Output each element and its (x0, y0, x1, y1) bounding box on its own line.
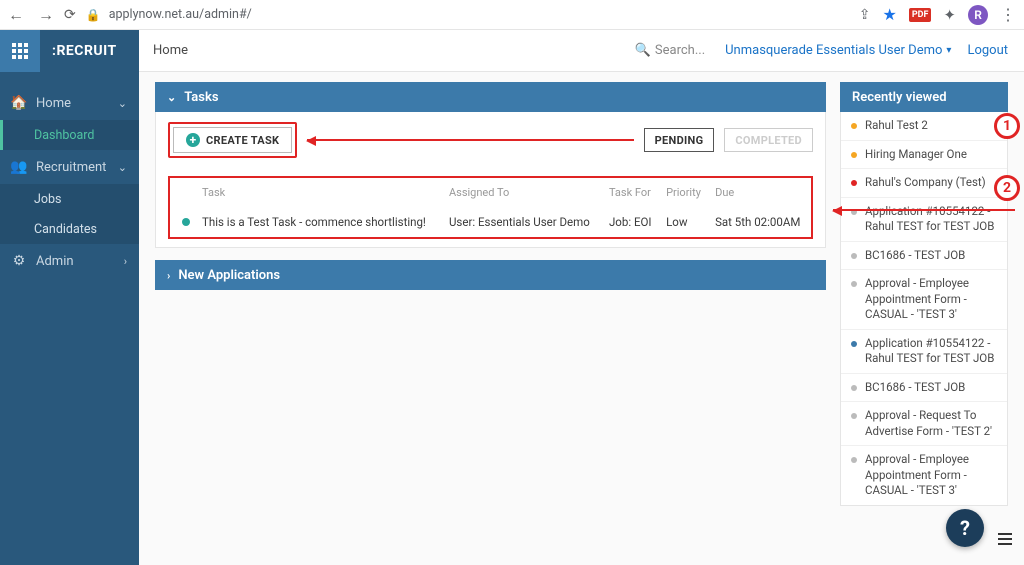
recent-item-label: Approval - Request To Advertise Form - '… (865, 408, 997, 439)
status-dot-icon (851, 281, 857, 287)
chevron-down-icon: ⌄ (118, 97, 127, 110)
recent-item[interactable]: Approval - Employee Appointment Form - C… (841, 270, 1007, 330)
sidebar-item-jobs[interactable]: Jobs (0, 184, 139, 214)
lock-icon: 🔒 (86, 8, 101, 22)
share-icon[interactable]: ⇪ (859, 7, 871, 23)
chevron-down-icon: ⌄ (118, 161, 127, 174)
recent-item-label: Approval - Employee Appointment Form - C… (865, 452, 997, 499)
recent-item-label: Approval - Employee Appointment Form - C… (865, 276, 997, 323)
sidebar-item-label: Admin (36, 254, 74, 269)
menu-icon[interactable] (998, 533, 1012, 545)
recent-item[interactable]: BC1686 - TEST JOB (841, 242, 1007, 271)
chevron-down-icon: ▾ (946, 45, 951, 56)
status-dot-icon (851, 180, 857, 186)
sidebar-item-label: Home (36, 96, 71, 111)
help-button[interactable]: ? (946, 509, 984, 547)
status-dot-icon (851, 123, 857, 129)
status-dot-icon (851, 341, 857, 347)
status-dot-icon (851, 152, 857, 158)
pending-button[interactable]: PENDING (644, 128, 715, 152)
col-assigned: Assigned To (443, 178, 603, 207)
recent-item[interactable]: Rahul Test 2 (841, 112, 1007, 141)
refresh-button[interactable]: ⟳ (64, 7, 76, 23)
panel-title: New Applications (178, 268, 280, 283)
sidebar-item-home[interactable]: 🏠 Home ⌄ (0, 86, 139, 120)
extensions-icon[interactable]: ✦ (943, 6, 956, 24)
gear-icon: ⚙ (12, 253, 26, 269)
chevron-down-icon: ⌄ (167, 91, 176, 104)
sidebar-item-admin[interactable]: ⚙ Admin › (0, 244, 139, 278)
brand-logo[interactable]: :RECRUIT (40, 30, 139, 72)
completed-button[interactable]: COMPLETED (724, 128, 813, 152)
chevron-right-icon: › (124, 255, 127, 268)
recent-item-label: BC1686 - TEST JOB (865, 248, 965, 264)
annotation-box-1: + CREATE TASK (168, 122, 297, 158)
col-for: Task For (603, 178, 660, 207)
col-priority: Priority (660, 178, 709, 207)
forward-button[interactable]: → (38, 5, 54, 25)
annotation-arrow-2 (833, 209, 1015, 211)
sidebar-item-label: Recruitment (36, 160, 106, 175)
sidebar-item-recruitment[interactable]: 👥 Recruitment ⌄ (0, 150, 139, 184)
tasks-panel-body: + CREATE TASK PENDING COMPLETED Task (155, 112, 826, 248)
panel-title: Recently viewed (852, 90, 947, 105)
sidebar: 🏠 Home ⌄ Dashboard 👥 Recruitment ⌄ Jobs … (0, 72, 139, 565)
recent-item[interactable]: Hiring Manager One (841, 141, 1007, 170)
new-applications-panel-header[interactable]: › New Applications (155, 260, 826, 290)
status-dot-icon (851, 457, 857, 463)
browser-menu-icon[interactable]: ⋮ (1000, 5, 1016, 24)
recently-viewed-header: Recently viewed (840, 82, 1008, 112)
back-button[interactable]: ← (8, 5, 24, 25)
status-dot-icon (182, 218, 190, 226)
search-input[interactable]: 🔍 Search... (635, 43, 705, 58)
status-dot-icon (851, 385, 857, 391)
tasks-panel-header[interactable]: ⌄ Tasks (155, 82, 826, 112)
create-task-button[interactable]: + CREATE TASK (173, 127, 292, 153)
chevron-right-icon: › (167, 269, 170, 282)
search-placeholder: Search... (655, 43, 705, 58)
recent-item[interactable]: Application #10554122 - Rahul TEST for T… (841, 330, 1007, 374)
recent-item[interactable]: Rahul's Company (Test) (841, 169, 1007, 198)
recent-item[interactable]: Application #10554122 - Rahul TEST for T… (841, 198, 1007, 242)
home-icon: 🏠 (12, 95, 26, 111)
address-bar[interactable]: applynow.net.au/admin#/ (109, 7, 252, 22)
search-icon: 🔍 (635, 43, 651, 58)
app-topbar: :RECRUIT Home 🔍 Search... Unmasquerade E… (0, 30, 1024, 72)
col-task: Task (196, 178, 443, 207)
tasks-table: Task Assigned To Task For Priority Due T… (170, 178, 811, 237)
recent-item-label: BC1686 - TEST JOB (865, 380, 965, 396)
recent-item-label: Hiring Manager One (865, 147, 967, 163)
annotation-marker-1: 1 (994, 113, 1020, 139)
annotation-arrow-1 (307, 139, 633, 141)
recent-item-label: Rahul's Company (Test) (865, 175, 986, 191)
breadcrumb: Home (139, 43, 188, 58)
button-label: CREATE TASK (206, 134, 279, 147)
sidebar-item-dashboard[interactable]: Dashboard (0, 120, 139, 150)
table-row[interactable]: This is a Test Task - commence shortlist… (170, 207, 811, 237)
people-icon: 👥 (12, 159, 26, 175)
sidebar-item-candidates[interactable]: Candidates (0, 214, 139, 244)
recent-item-label: Application #10554122 - Rahul TEST for T… (865, 336, 997, 367)
extension-badge[interactable]: PDF (909, 8, 932, 22)
plus-icon: + (186, 133, 200, 147)
col-due: Due (709, 178, 811, 207)
apps-grid-button[interactable] (0, 30, 40, 72)
annotation-box-2: Task Assigned To Task For Priority Due T… (168, 176, 813, 239)
status-dot-icon (851, 413, 857, 419)
panel-title: Tasks (184, 90, 218, 105)
recent-item-label: Rahul Test 2 (865, 118, 928, 134)
recent-item[interactable]: BC1686 - TEST JOB (841, 374, 1007, 403)
status-dot-icon (851, 253, 857, 259)
annotation-marker-2: 2 (994, 175, 1020, 201)
browser-chrome: ← → ⟳ 🔒 applynow.net.au/admin#/ ⇪ ★ PDF … (0, 0, 1024, 30)
recently-viewed-list: Rahul Test 2 Hiring Manager One Rahul's Co… (840, 112, 1008, 506)
bookmark-icon[interactable]: ★ (882, 5, 896, 24)
user-menu[interactable]: Unmasquerade Essentials User Demo ▾ (725, 43, 951, 58)
profile-avatar[interactable]: R (968, 5, 988, 25)
logout-link[interactable]: Logout (967, 43, 1008, 58)
recent-item[interactable]: Approval - Employee Appointment Form - C… (841, 446, 1007, 505)
recent-item[interactable]: Approval - Request To Advertise Form - '… (841, 402, 1007, 446)
grid-icon (12, 43, 28, 59)
